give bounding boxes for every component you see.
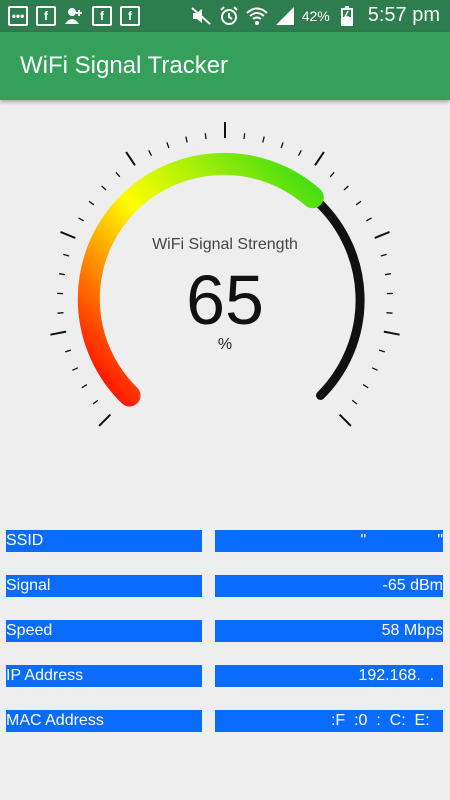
facebook-icon: f: [92, 6, 112, 26]
gauge-minor-tick: [185, 136, 188, 143]
gauge-minor-tick: [243, 133, 246, 140]
gauge-unit: %: [217, 336, 233, 353]
app-title: WiFi Signal Tracker: [20, 52, 229, 79]
gauge-major-tick: [98, 413, 112, 427]
gauge-minor-tick: [280, 142, 284, 149]
gauge-minor-tick: [72, 367, 79, 371]
info-value: 58 Mbps: [215, 620, 443, 642]
info-row-signal: Signal -65 dBm: [0, 575, 450, 597]
signal-icon: [274, 6, 296, 26]
info-row-ip-address: IP Address 192.168. .: [0, 665, 450, 687]
info-value: :F :0 : C: E:: [215, 710, 443, 732]
info-value: 192.168. .: [215, 665, 443, 687]
battery-percent: 42%: [301, 7, 330, 24]
info-value: " ": [215, 530, 443, 552]
info-label: MAC Address: [6, 710, 202, 732]
gauge-minor-tick: [262, 136, 265, 143]
info-label: Speed: [6, 620, 202, 642]
info-label: IP Address: [6, 665, 202, 687]
notification-icons: ••• f f f: [8, 6, 140, 26]
wifi-icon: [246, 6, 268, 26]
gauge-minor-tick: [166, 142, 170, 149]
gauge-minor-tick: [329, 171, 335, 178]
gauge-minor-tick: [380, 253, 387, 257]
alarm-icon: [218, 5, 240, 26]
gauge-major-tick: [314, 151, 325, 166]
facebook-icon: f: [36, 6, 56, 26]
info-row-speed: Speed 58 Mbps: [0, 620, 450, 642]
gauge-minor-tick: [78, 217, 85, 222]
battery-charging-icon: [336, 5, 358, 26]
gauge-minor-tick: [371, 367, 378, 371]
chat-icon: •••: [8, 6, 28, 26]
gauge-minor-tick: [204, 133, 207, 140]
gauge-minor-tick: [365, 217, 372, 222]
gauge-minor-tick: [343, 185, 349, 191]
add-friend-icon: [64, 6, 84, 26]
facebook-icon: f: [120, 6, 140, 26]
gauge-major-tick: [338, 413, 352, 427]
gauge-minor-tick: [351, 399, 358, 405]
gauge-minor-tick: [88, 200, 95, 206]
gauge-label: WiFi Signal Strength: [152, 236, 298, 253]
gauge-minor-tick: [81, 384, 88, 389]
gauge-minor-tick: [297, 150, 302, 156]
info-row-mac-address: MAC Address :F :0 : C: E:: [0, 710, 450, 732]
info-value: -65 dBm: [215, 575, 443, 597]
info-label: Signal: [6, 575, 202, 597]
gauge-minor-tick: [362, 384, 369, 389]
clock: 5:57 pm: [367, 4, 440, 26]
gauge-minor-tick: [92, 399, 99, 405]
gauge-minor-tick: [101, 185, 107, 191]
gauge-value: 65: [186, 261, 264, 339]
gauge-major-tick: [125, 151, 136, 166]
status-bar: ••• f f f 42% 5:57 pm: [0, 0, 450, 32]
gauge-minor-tick: [148, 150, 153, 156]
gauge-minor-tick: [115, 171, 121, 178]
info-row-ssid: SSID " ": [0, 530, 450, 552]
gauge-minor-tick: [63, 253, 70, 257]
app-bar: WiFi Signal Tracker: [0, 32, 450, 100]
mute-icon: [190, 6, 212, 26]
system-icons: 42% 5:57 pm: [190, 4, 440, 27]
gauge-minor-tick: [355, 200, 362, 206]
info-label: SSID: [6, 530, 202, 552]
